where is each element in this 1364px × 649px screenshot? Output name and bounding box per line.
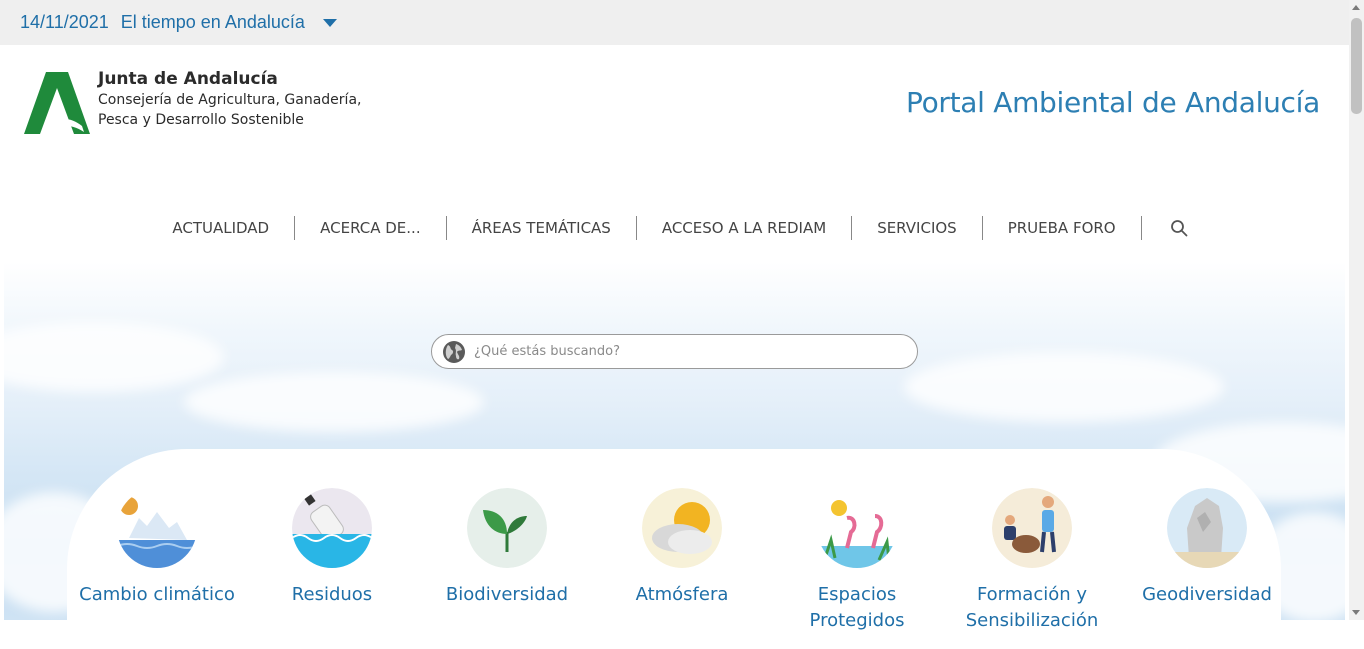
weather-link[interactable]: El tiempo en Andalucía	[121, 12, 305, 33]
nav-search-button[interactable]	[1142, 219, 1202, 237]
topic-residuos[interactable]: Residuos	[245, 488, 419, 608]
topic-label: Biodiversidad	[445, 584, 569, 605]
scrollbar-thumb[interactable]	[1351, 18, 1362, 114]
topic-geodiversidad[interactable]: Geodiversidad	[1120, 488, 1294, 608]
topic-atmosfera[interactable]: Atmósfera	[595, 488, 769, 608]
topic-cambio-climatico[interactable]: Cambio climático	[70, 488, 244, 608]
protected-areas-icon	[817, 488, 897, 568]
nav-item-acceso-rediam[interactable]: ACCESO A LA REDIAM	[637, 216, 851, 240]
training-icon	[992, 488, 1072, 568]
weather-date: 14/11/2021	[20, 12, 109, 32]
scroll-up-arrow-icon[interactable]	[1352, 5, 1360, 10]
main-nav: ACTUALIDAD ACERCA DE... ÁREAS TEMÁTICAS …	[0, 210, 1349, 246]
org-name: Junta de Andalucía	[98, 69, 278, 89]
waste-icon	[292, 488, 372, 568]
nav-item-actualidad[interactable]: ACTUALIDAD	[147, 216, 294, 240]
page-scrollbar[interactable]	[1349, 0, 1364, 620]
nav-item-servicios[interactable]: SERVICIOS	[852, 216, 982, 240]
topic-label: Espacios Protegidos	[809, 584, 905, 631]
search-input[interactable]	[472, 343, 896, 360]
topic-label: Geodiversidad	[1142, 584, 1272, 605]
topic-formacion-sensibilizacion[interactable]: Formación y Sensibilización	[945, 488, 1119, 634]
topic-espacios-protegidos[interactable]: Espacios Protegidos	[770, 488, 944, 634]
portal-title[interactable]: Portal Ambiental de Andalucía	[906, 86, 1320, 119]
search-icon	[1170, 220, 1188, 237]
nav-item-areas-tematicas[interactable]: ÁREAS TEMÁTICAS	[447, 216, 636, 240]
department-name: Consejería de Agricultura, Ganadería, Pe…	[98, 92, 362, 128]
climate-change-icon	[117, 488, 197, 568]
junta-andalucia-logo-icon[interactable]	[24, 72, 90, 134]
nav-item-acerca-de[interactable]: ACERCA DE...	[295, 216, 445, 240]
atmosphere-icon	[642, 488, 722, 568]
org-logo-text: Junta de Andalucía Consejería de Agricul…	[98, 68, 388, 130]
chevron-down-icon[interactable]	[322, 18, 337, 27]
weather-bar: 14/11/2021 El tiempo en Andalucía	[0, 0, 1349, 45]
site-search-box	[431, 334, 918, 369]
topic-label: Atmósfera	[635, 584, 729, 605]
scroll-down-arrow-icon[interactable]	[1352, 610, 1360, 615]
geodiversity-icon	[1167, 488, 1247, 568]
topic-biodiversidad[interactable]: Biodiversidad	[420, 488, 594, 608]
globe-icon	[443, 340, 465, 363]
biodiversity-icon	[467, 488, 547, 568]
topic-label: Formación y Sensibilización	[965, 584, 1099, 631]
topic-label: Cambio climático	[79, 584, 235, 605]
topic-label: Residuos	[291, 584, 373, 605]
nav-item-prueba-foro[interactable]: PRUEBA FORO	[983, 216, 1141, 240]
